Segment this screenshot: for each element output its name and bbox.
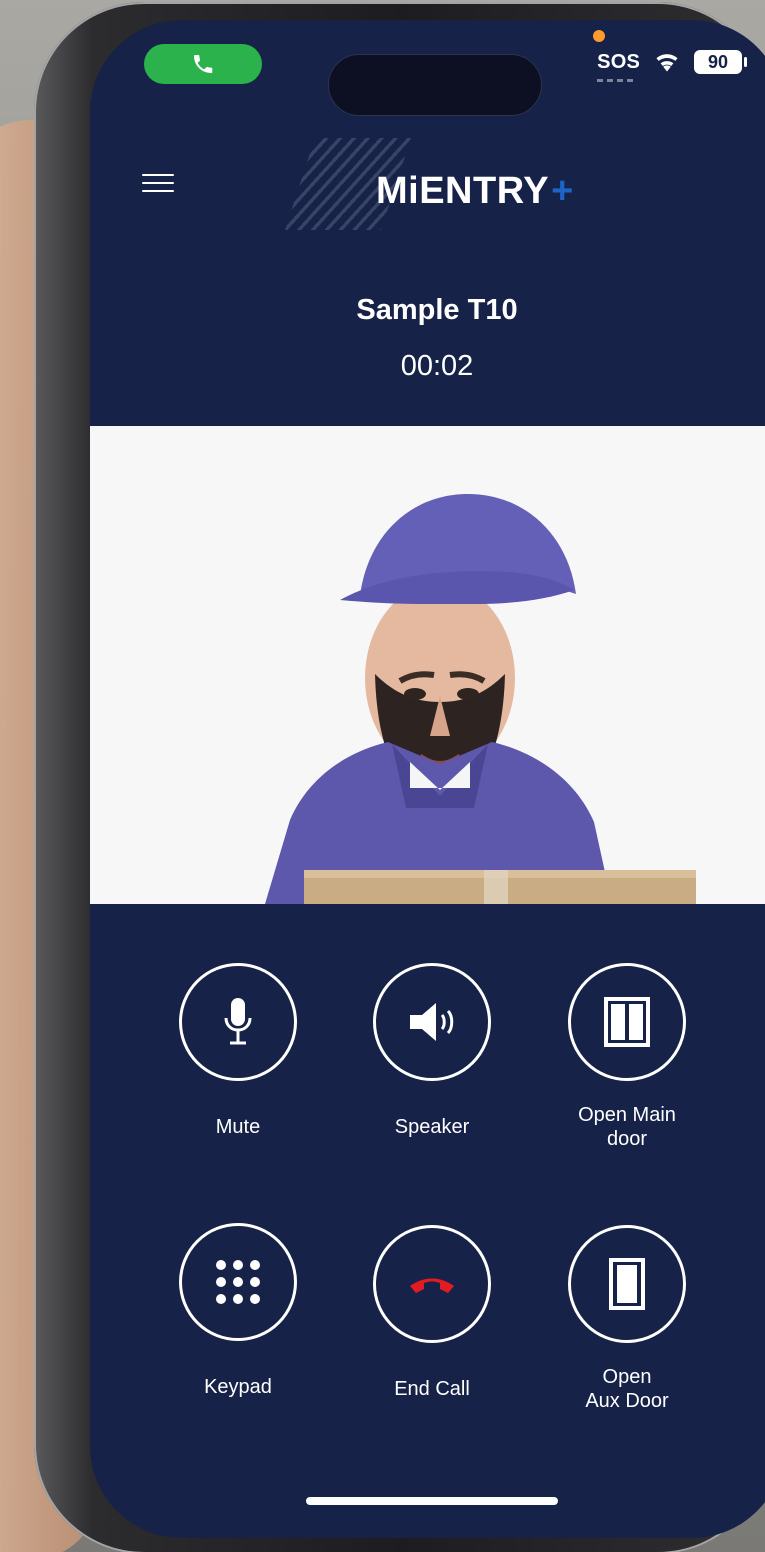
open-aux-door-action: Open Aux Door: [542, 1225, 712, 1413]
caller-video-image: [90, 426, 765, 904]
open-main-door-button[interactable]: [568, 963, 686, 1081]
home-indicator[interactable]: [306, 1497, 558, 1505]
keypad-action: Keypad: [153, 1223, 323, 1399]
active-call-indicator[interactable]: [144, 44, 262, 84]
logo-text: MiENTRY: [376, 170, 550, 212]
phone-icon: [194, 55, 213, 73]
call-actions: Mute Speaker Open Main door Keypad End C…: [90, 963, 765, 1463]
end-call-action: End Call: [347, 1225, 517, 1401]
speaker-button[interactable]: [373, 963, 491, 1081]
end-call-label: End Call: [394, 1378, 470, 1400]
open-aux-door-button[interactable]: [568, 1225, 686, 1343]
privacy-indicator: [593, 30, 605, 42]
mute-label: Mute: [215, 1116, 261, 1138]
open-aux-door-label: Open Aux Door: [585, 1366, 669, 1412]
mute-action: Mute: [153, 963, 323, 1139]
phone-photo-scene: SOS 90 MiENTRY+ Sample T10 00:02 Mute Sp…: [0, 0, 765, 1552]
open-main-door-action: Open Main door: [542, 963, 712, 1151]
app-logo: MiENTRY+: [376, 170, 574, 213]
speaker-icon: [410, 1003, 454, 1041]
single-door-icon: [609, 1258, 645, 1310]
dynamic-island: [328, 54, 542, 116]
open-main-door-label: Open Main door: [578, 1104, 676, 1150]
end-call-button[interactable]: [373, 1225, 491, 1343]
status-bar-right: SOS 90: [597, 50, 747, 82]
logo-plus: +: [551, 170, 574, 212]
call-timer: 00:02: [400, 350, 474, 382]
video-feed: [90, 426, 765, 904]
end-call-icon: [410, 1278, 454, 1293]
speaker-label: Speaker: [394, 1116, 470, 1138]
wifi-icon: [656, 54, 678, 72]
mute-button[interactable]: [179, 963, 297, 1081]
keypad-button[interactable]: [179, 1223, 297, 1341]
phone-frame: SOS 90 MiENTRY+ Sample T10 00:02 Mute Sp…: [34, 2, 765, 1552]
hamburger-menu-icon[interactable]: [142, 174, 174, 192]
microphone-icon: [224, 998, 252, 1045]
caller-name: Sample T10: [356, 294, 518, 326]
keypad-label: Keypad: [204, 1376, 272, 1398]
speaker-action: Speaker: [347, 963, 517, 1139]
double-door-icon: [604, 997, 650, 1047]
sos-indicator: SOS: [597, 50, 640, 82]
keypad-icon: [216, 1260, 260, 1304]
battery-indicator: 90: [694, 50, 747, 74]
app-screen: SOS 90 MiENTRY+ Sample T10 00:02 Mute Sp…: [90, 20, 765, 1538]
